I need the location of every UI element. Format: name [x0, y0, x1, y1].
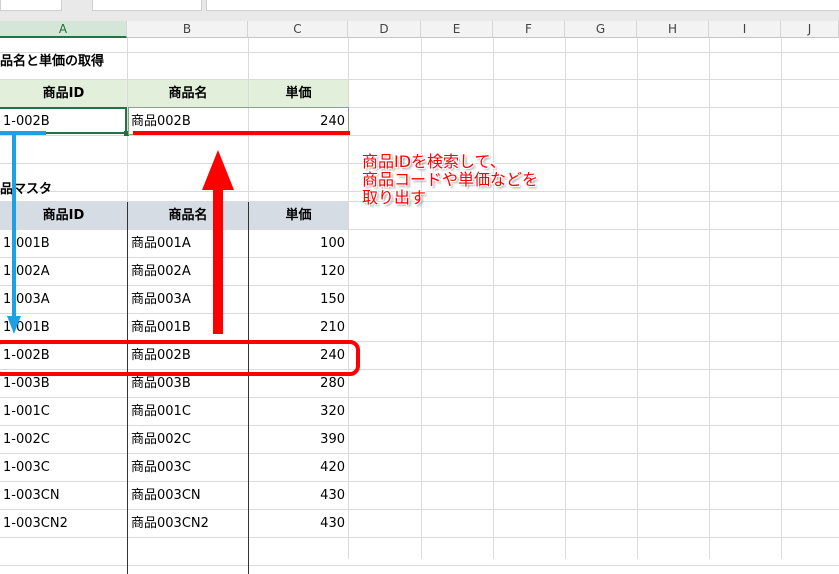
annotation-text: 商品IDを検索して、 商品コードや単価などを 取り出す — [362, 153, 538, 207]
column-header-e[interactable]: E — [421, 21, 493, 38]
master-name-cell[interactable]: 商品002A — [128, 258, 248, 285]
master-name-cell[interactable]: 商品003CN2 — [128, 510, 248, 537]
section2-divider-b — [248, 202, 249, 574]
column-header-i[interactable]: I — [709, 21, 781, 38]
section2-header-id: 商品ID — [0, 202, 127, 229]
master-id-cell[interactable]: 1-003A — [0, 286, 127, 313]
section2-divider-a — [127, 202, 128, 574]
master-id-cell[interactable]: 1-002C — [0, 426, 127, 453]
master-name-cell[interactable]: 商品002B — [128, 342, 248, 369]
master-id-cell[interactable]: 1-003B — [0, 370, 127, 397]
section1-table-border — [128, 107, 349, 135]
active-cell-border — [0, 107, 127, 134]
master-price-cell[interactable]: 420 — [249, 454, 348, 481]
master-price-cell[interactable]: 120 — [249, 258, 348, 285]
column-header-f[interactable]: F — [493, 21, 565, 38]
section2-header-name: 商品名 — [128, 202, 248, 229]
name-box[interactable] — [0, 0, 62, 11]
master-id-cell[interactable]: 1-002A — [0, 258, 127, 285]
master-price-cell[interactable]: 390 — [249, 426, 348, 453]
master-name-cell[interactable]: 商品003CN — [128, 482, 248, 509]
formula-bar-area — [0, 0, 839, 21]
master-price-cell[interactable]: 280 — [249, 370, 348, 397]
column-header-j[interactable]: J — [781, 21, 839, 38]
section1-header-name: 商品名 — [128, 80, 248, 107]
master-id-cell[interactable]: 1-003CN — [0, 482, 127, 509]
column-header-a[interactable]: A — [0, 21, 127, 38]
annotation-line-3: 取り出す — [362, 188, 427, 207]
grid-hline — [0, 52, 839, 53]
master-price-cell[interactable]: 150 — [249, 286, 348, 313]
section2-title: 品マスタ — [0, 182, 53, 197]
master-id-cell[interactable]: 1-003C — [0, 454, 127, 481]
section2-header-price: 単価 — [249, 202, 348, 229]
master-price-cell[interactable]: 100 — [249, 230, 348, 257]
formula-input[interactable] — [206, 0, 839, 11]
master-name-cell[interactable]: 商品003C — [128, 454, 248, 481]
master-price-cell[interactable]: 210 — [249, 314, 348, 341]
column-header-b[interactable]: B — [127, 21, 248, 38]
master-name-cell[interactable]: 商品001A — [128, 230, 248, 257]
master-price-cell[interactable]: 240 — [249, 342, 348, 369]
master-id-cell[interactable]: 1-001B — [0, 314, 127, 341]
function-buttons[interactable] — [92, 0, 202, 11]
column-header-g[interactable]: G — [565, 21, 637, 38]
master-name-cell[interactable]: 商品003A — [128, 286, 248, 313]
master-name-cell[interactable]: 商品003B — [128, 370, 248, 397]
master-id-cell[interactable]: 1-001B — [0, 230, 127, 257]
grid-hline — [0, 565, 839, 566]
master-id-cell[interactable]: 1-003CN2 — [0, 510, 127, 537]
section1-header-id: 商品ID — [0, 80, 127, 107]
column-header-d[interactable]: D — [348, 21, 421, 38]
master-name-cell[interactable]: 商品001C — [128, 398, 248, 425]
master-id-cell[interactable]: 1-002B — [0, 342, 127, 369]
spreadsheet-grid[interactable]: 品名と単価の取得 商品ID 商品名 単価 1-002B 商品002B 240 品… — [0, 38, 839, 574]
column-header-h[interactable]: H — [637, 21, 709, 38]
grid-hline — [0, 537, 839, 538]
master-price-cell[interactable]: 430 — [249, 482, 348, 509]
master-price-cell[interactable]: 430 — [249, 510, 348, 537]
master-name-cell[interactable]: 商品002C — [128, 426, 248, 453]
column-header-c[interactable]: C — [248, 21, 348, 38]
master-price-cell[interactable]: 320 — [249, 398, 348, 425]
annotation-line-2: 商品コードや単価などを — [362, 170, 539, 189]
master-name-cell[interactable]: 商品001B — [128, 314, 248, 341]
section1-header-price: 単価 — [249, 80, 348, 107]
master-id-cell[interactable]: 1-001C — [0, 398, 127, 425]
annotation-line-1: 商品IDを検索して、 — [362, 152, 506, 171]
section1-title: 品名と単価の取得 — [0, 54, 105, 69]
